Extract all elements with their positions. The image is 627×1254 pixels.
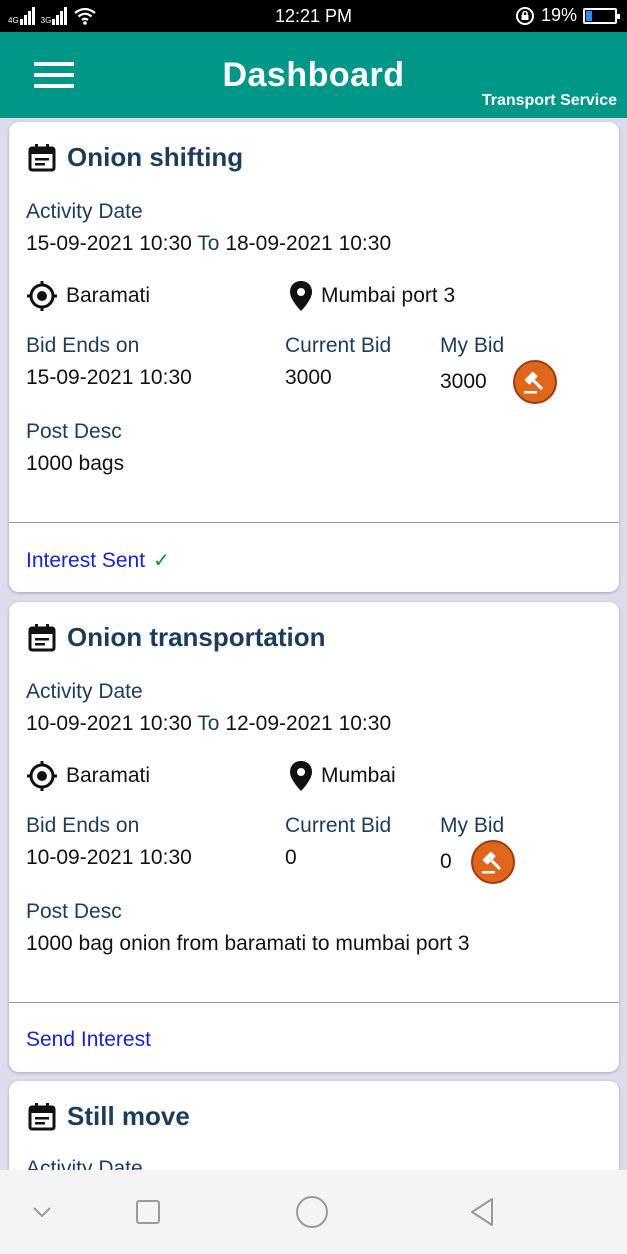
activity-date-label: Activity Date xyxy=(26,680,143,703)
current-bid-value: 3000 xyxy=(285,366,332,389)
chevron-down-icon[interactable] xyxy=(22,1192,62,1232)
recent-apps-icon[interactable] xyxy=(128,1192,168,1232)
my-bid-label: My Bid xyxy=(440,814,505,837)
battery-percent: 19% xyxy=(540,5,577,25)
calendar-icon xyxy=(28,623,56,651)
card-title-row: Onion shifting xyxy=(27,142,243,173)
post-desc-label: Post Desc xyxy=(26,900,122,923)
post-desc-value: 1000 bags xyxy=(26,452,125,475)
origin-name: Baramati xyxy=(66,284,151,307)
bid-ends-value: 15-09-2021 10:30 xyxy=(26,366,192,389)
current-bid-label: Current Bid xyxy=(285,814,392,837)
location-pin-icon xyxy=(290,281,312,311)
post-list[interactable]: Onion shifting Activity Date 15-09-2021 … xyxy=(0,118,627,1170)
gavel-icon[interactable] xyxy=(471,840,515,884)
card-title-row: Onion transportation xyxy=(27,622,326,653)
post-card: Onion transportation Activity Date 10-09… xyxy=(9,602,619,1072)
status-bar: 4G 3G 12:21 PM 19% xyxy=(0,0,627,32)
activity-date-range: 15-09-2021 10:30 To 18-09-2021 10:30 xyxy=(26,232,391,256)
check-icon: ✓ xyxy=(153,550,170,572)
calendar-icon xyxy=(28,1102,56,1130)
date-to: 18-09-2021 10:30 xyxy=(225,232,392,255)
activity-date-label: Activity Date xyxy=(26,1157,143,1170)
card-title: Onion shifting xyxy=(67,142,244,172)
destination-name: Mumbai port 3 xyxy=(321,284,456,307)
date-to-word: To xyxy=(197,712,220,735)
app-bar: Dashboard Transport Service xyxy=(0,32,627,118)
my-bid-value: 0 xyxy=(440,850,452,873)
current-bid-label: Current Bid xyxy=(285,334,392,357)
bid-ends-label: Bid Ends on xyxy=(26,334,140,357)
system-nav-bar xyxy=(0,1170,627,1254)
date-to: 12-09-2021 10:30 xyxy=(225,712,392,735)
gps-target-icon xyxy=(27,281,57,311)
my-bid-label: My Bid xyxy=(440,334,505,357)
destination-location: Mumbai port 3 xyxy=(289,280,455,312)
activity-date-range: 10-09-2021 10:30 To 12-09-2021 10:30 xyxy=(26,712,391,736)
date-to-word: To xyxy=(197,232,220,255)
destination-location: Mumbai xyxy=(289,760,396,792)
status-right: 19% xyxy=(515,5,620,26)
post-card: Onion shifting Activity Date 15-09-2021 … xyxy=(9,122,619,592)
action-label: Send Interest xyxy=(26,1028,151,1051)
gavel-icon[interactable] xyxy=(513,360,557,404)
app-subtitle: Transport Service xyxy=(481,92,617,109)
calendar-icon xyxy=(28,143,56,171)
rotation-lock-icon xyxy=(515,6,534,25)
location-pin-icon xyxy=(290,761,312,791)
home-icon[interactable] xyxy=(292,1192,332,1232)
current-bid-value: 0 xyxy=(285,846,297,869)
send-interest-button[interactable]: Send Interest xyxy=(26,1028,151,1052)
interest-sent-button[interactable]: Interest Sent ✓ xyxy=(26,548,170,573)
back-icon[interactable] xyxy=(462,1192,502,1232)
card-divider xyxy=(9,522,619,523)
card-title-row: Still move xyxy=(27,1101,190,1132)
action-label: Interest Sent xyxy=(26,548,146,572)
card-title: Still move xyxy=(67,1101,190,1131)
activity-date-label: Activity Date xyxy=(26,200,143,223)
bid-ends-label: Bid Ends on xyxy=(26,814,140,837)
destination-name: Mumbai xyxy=(321,764,396,787)
my-bid-value: 3000 xyxy=(440,370,487,393)
post-desc-label: Post Desc xyxy=(26,420,122,443)
origin-location: Baramati xyxy=(26,280,150,312)
card-divider xyxy=(9,1002,619,1003)
date-from: 15-09-2021 10:30 xyxy=(26,232,192,255)
post-card: Still move Activity Date xyxy=(9,1081,619,1170)
bid-ends-value: 10-09-2021 10:30 xyxy=(26,846,192,869)
gps-target-icon xyxy=(27,761,57,791)
battery-icon xyxy=(583,7,620,24)
page-title: Dashboard xyxy=(222,56,405,94)
origin-location: Baramati xyxy=(26,760,150,792)
origin-name: Baramati xyxy=(66,764,151,787)
post-desc-value: 1000 bag onion from baramati to mumbai p… xyxy=(26,932,470,955)
date-from: 10-09-2021 10:30 xyxy=(26,712,192,735)
card-title: Onion transportation xyxy=(67,622,326,652)
